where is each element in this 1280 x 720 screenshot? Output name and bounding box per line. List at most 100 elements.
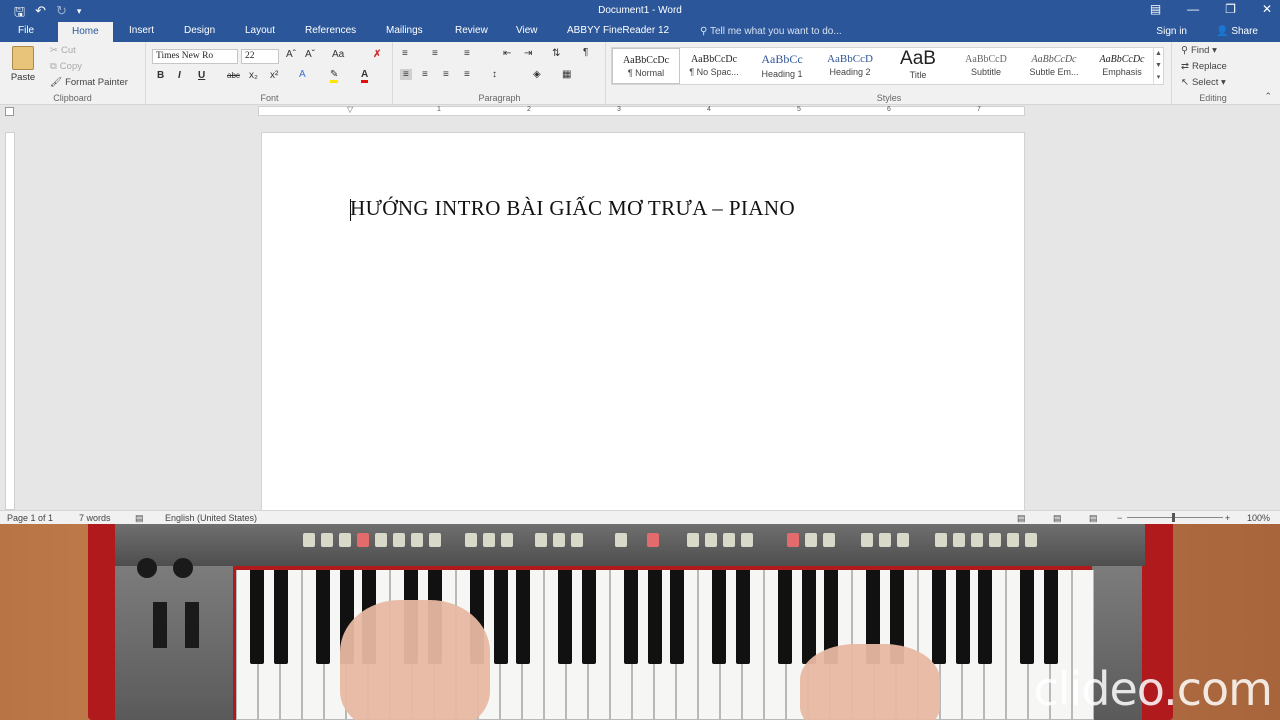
style-subtitle[interactable]: AaBbCcD Subtitle (952, 48, 1020, 84)
sign-in-link[interactable]: Sign in (1156, 26, 1187, 37)
multilevel-list-icon[interactable]: ≡ (464, 48, 470, 59)
shading-icon[interactable]: ◈ (533, 69, 541, 80)
tab-abbyy[interactable]: ABBYY FineReader 12 (567, 25, 669, 36)
increase-indent-icon[interactable]: ⇥ (524, 48, 532, 59)
indent-marker-icon[interactable]: ▽ (347, 105, 353, 114)
ribbon-display-options-icon[interactable]: ▤ (1150, 2, 1161, 16)
restore-icon[interactable]: ❐ (1225, 2, 1236, 16)
font-color-icon[interactable]: A (361, 69, 369, 83)
change-case-icon[interactable]: Aa (332, 49, 344, 60)
bold-icon[interactable]: B (157, 70, 164, 81)
borders-icon[interactable]: ▦ (562, 69, 571, 80)
editing-group-label: Editing (1199, 93, 1227, 103)
read-mode-icon[interactable]: ▤ (1017, 513, 1026, 524)
tab-design[interactable]: Design (184, 25, 215, 36)
proofing-icon[interactable]: ▤ (135, 513, 144, 524)
clear-formatting-icon[interactable]: ✗ (373, 49, 381, 60)
style-heading-2[interactable]: AaBbCcD Heading 2 (816, 48, 884, 84)
share-button[interactable]: 👤 Share (1216, 26, 1258, 37)
close-icon[interactable]: ✕ (1262, 2, 1272, 16)
sort-icon[interactable]: ⇅ (552, 48, 560, 59)
language-indicator[interactable]: English (United States) (165, 513, 257, 523)
grow-font-icon[interactable]: Aˆ (286, 49, 296, 60)
status-bar: Page 1 of 1 7 words ▤ English (United St… (0, 510, 1280, 524)
style-sample: AaBbCcD (827, 53, 873, 65)
font-size-combo[interactable]: 22 (241, 49, 279, 64)
replace-icon: ⇄ (1181, 61, 1189, 72)
show-formatting-icon[interactable]: ¶ (583, 47, 588, 58)
print-layout-icon[interactable]: ▤ (1053, 513, 1062, 524)
strikethrough-icon[interactable]: abc (227, 71, 240, 80)
tell-me-box[interactable]: ⚲ Tell me what you want to do... (700, 26, 842, 37)
subscript-icon[interactable]: x₂ (249, 70, 258, 81)
tab-view[interactable]: View (516, 25, 538, 36)
zoom-slider-thumb[interactable] (1172, 513, 1175, 522)
text-effects-icon[interactable]: A (299, 69, 306, 80)
line-spacing-icon[interactable]: ↕ (492, 69, 497, 80)
italic-icon[interactable]: I (178, 70, 181, 81)
ruler-toggle[interactable] (5, 107, 14, 116)
align-left-icon[interactable]: ≡ (400, 69, 412, 80)
tab-layout[interactable]: Layout (245, 25, 275, 36)
page-count[interactable]: Page 1 of 1 (7, 513, 53, 523)
copy-icon: ⧉ (50, 61, 57, 72)
document-text[interactable]: HƯỚNG INTRO BÀI GIẤC MƠ TRƯA – PIANO (350, 196, 795, 221)
superscript-icon[interactable]: x² (270, 70, 278, 81)
replace-label: Replace (1191, 61, 1227, 72)
align-right-icon[interactable]: ≡ (443, 69, 449, 80)
select-button[interactable]: ↖ Select ▾ (1181, 77, 1226, 88)
style-no-spacing[interactable]: AaBbCcDc ¶ No Spac... (680, 48, 748, 84)
zoom-level[interactable]: 100% (1247, 513, 1270, 523)
cut-button[interactable]: ✂ Cut (50, 45, 76, 56)
style-sample: AaB (900, 48, 936, 69)
ruler-number: 1 (437, 106, 441, 113)
shrink-font-icon[interactable]: Aˇ (305, 49, 315, 60)
numbering-icon[interactable]: ≡ (432, 48, 438, 59)
highlight-icon[interactable]: ✎ (330, 69, 339, 83)
styles-more-icon[interactable]: ▲ ▼ ▾ (1153, 48, 1163, 84)
web-layout-icon[interactable]: ▤ (1089, 513, 1098, 524)
tab-file[interactable]: File (18, 25, 34, 36)
style-emphasis[interactable]: AaBbCcDc Emphasis (1088, 48, 1156, 84)
horizontal-ruler[interactable]: 1 2 3 4 5 6 7 ▽ (258, 105, 1025, 116)
find-button[interactable]: ⚲ Find ▾ (1181, 45, 1217, 56)
tab-mailings[interactable]: Mailings (386, 25, 423, 36)
style-normal[interactable]: AaBbCcDc ¶ Normal (612, 48, 680, 84)
style-sample: AaBbCcDc (690, 54, 738, 65)
zoom-out-icon[interactable]: − (1117, 513, 1122, 523)
styles-group-label: Styles (876, 93, 902, 103)
replace-button[interactable]: ⇄ Replace (1181, 61, 1227, 72)
collapse-ribbon-icon[interactable]: ⌃ (1264, 91, 1272, 102)
font-name-combo[interactable]: Times New Ro (152, 49, 238, 64)
zoom-slider[interactable] (1127, 517, 1223, 518)
paragraph-group: ≡ ≡ ≡ ⇤ ⇥ ⇅ ¶ ≡ ≡ ≡ ≡ ↕ ◈ ▦ Paragraph (394, 42, 606, 105)
ruler-number: 5 (797, 106, 801, 113)
format-painter-button[interactable]: 🖌 Format Painter (50, 77, 128, 88)
keyboard-left-panel (115, 558, 233, 720)
paste-button[interactable]: Paste (8, 46, 38, 83)
vertical-ruler[interactable] (5, 132, 15, 510)
style-title[interactable]: AaB Title (884, 48, 952, 84)
zoom-in-icon[interactable]: + (1225, 513, 1230, 523)
style-subtle-emphasis[interactable]: AaBbCcDc Subtle Em... (1020, 48, 1088, 84)
document-page[interactable]: HƯỚNG INTRO BÀI GIẤC MƠ TRƯA – PIANO (261, 132, 1025, 512)
decrease-indent-icon[interactable]: ⇤ (503, 48, 511, 59)
style-name: Heading 1 (761, 69, 803, 79)
bullets-icon[interactable]: ≡ (402, 48, 408, 59)
word-count[interactable]: 7 words (79, 513, 111, 523)
justify-icon[interactable]: ≡ (464, 69, 470, 80)
chevron-down-icon: ▾ (1221, 77, 1226, 88)
tab-review[interactable]: Review (455, 25, 488, 36)
align-center-icon[interactable]: ≡ (422, 69, 428, 80)
style-heading-1[interactable]: AaBbCc Heading 1 (748, 48, 816, 84)
tab-references[interactable]: References (305, 25, 356, 36)
tab-home[interactable]: Home (58, 22, 113, 42)
tab-insert[interactable]: Insert (129, 25, 154, 36)
search-icon: ⚲ (1181, 45, 1188, 56)
minimize-icon[interactable]: — (1187, 2, 1199, 16)
copy-button[interactable]: ⧉ Copy (50, 61, 82, 72)
clipboard-group-label: Clipboard (53, 93, 92, 103)
cut-label: Cut (60, 45, 76, 56)
underline-icon[interactable]: U (198, 70, 205, 81)
format-painter-label: Format Painter (65, 77, 128, 88)
